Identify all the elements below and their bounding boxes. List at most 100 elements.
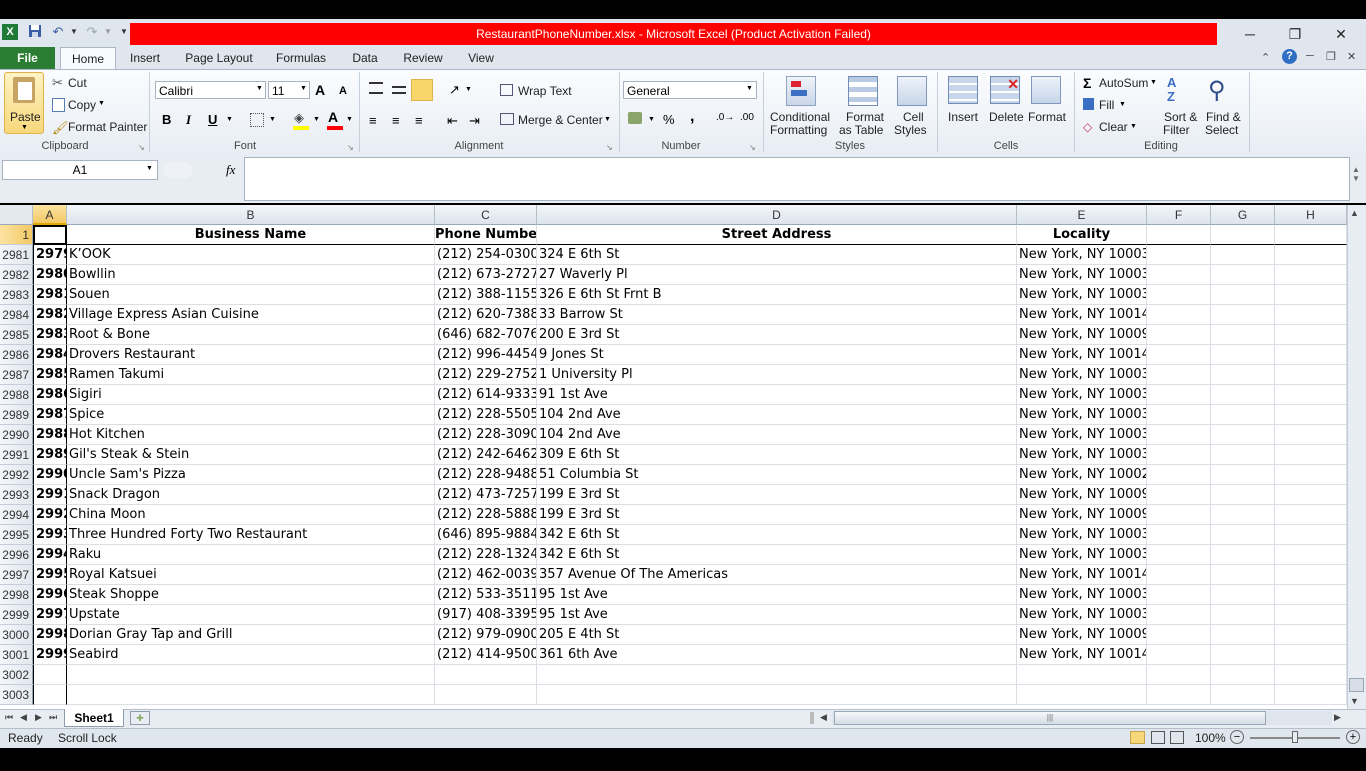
row-header[interactable]: 2982 <box>0 265 33 285</box>
cell-a[interactable]: 2993 <box>33 525 67 545</box>
decrease-indent-icon[interactable]: ⇤ <box>447 113 458 129</box>
row-header[interactable]: 2998 <box>0 585 33 605</box>
cell-d[interactable]: 51 Columbia St <box>537 465 1017 485</box>
cell-f[interactable] <box>1147 665 1211 685</box>
scroll-down-icon[interactable]: ▼ <box>1350 696 1359 706</box>
cell-a[interactable]: 2998 <box>33 625 67 645</box>
cell-c[interactable] <box>435 665 537 685</box>
shrink-font-button[interactable]: A <box>339 85 347 97</box>
conditional-formatting-icon[interactable] <box>786 76 816 106</box>
cell-h[interactable] <box>1275 685 1347 705</box>
help-icon[interactable]: ? <box>1282 49 1297 64</box>
cell-d[interactable]: 9 Jones St <box>537 345 1017 365</box>
undo-dropdown-icon[interactable]: ▼ <box>66 24 82 40</box>
format-as-table-button[interactable]: Format <box>846 110 884 124</box>
row-header[interactable]: 2992 <box>0 465 33 485</box>
accounting-dropdown-icon[interactable]: ▼ <box>648 116 655 123</box>
sort-filter-button[interactable]: Sort & <box>1164 110 1197 124</box>
column-header-b[interactable]: B <box>67 205 435 225</box>
underline-dropdown-icon[interactable]: ▼ <box>226 116 233 123</box>
cell-d[interactable]: 205 E 4th St <box>537 625 1017 645</box>
cell-b[interactable] <box>67 685 435 705</box>
cell-g[interactable] <box>1211 645 1275 665</box>
cell-h[interactable] <box>1275 285 1347 305</box>
cell-f[interactable] <box>1147 685 1211 705</box>
cell-f[interactable] <box>1147 405 1211 425</box>
row-header[interactable]: 2984 <box>0 305 33 325</box>
cell-b[interactable]: Uncle Sam's Pizza <box>67 465 435 485</box>
cell-e[interactable]: New York, NY 10014 <box>1017 345 1147 365</box>
cell-b[interactable]: Souen <box>67 285 435 305</box>
cell-g[interactable] <box>1211 265 1275 285</box>
tab-page-layout[interactable]: Page Layout <box>180 47 258 69</box>
clear-button[interactable]: Clear <box>1099 120 1128 134</box>
cell-e[interactable]: New York, NY 10014 <box>1017 565 1147 585</box>
row-header[interactable]: 2991 <box>0 445 33 465</box>
fill-dropdown-icon[interactable]: ▼ <box>1119 101 1126 108</box>
tab-insert[interactable]: Insert <box>122 47 168 69</box>
cell-e[interactable]: New York, NY 10009 <box>1017 325 1147 345</box>
format-as-table-icon[interactable] <box>848 76 878 106</box>
cell-h[interactable] <box>1275 605 1347 625</box>
percent-button[interactable]: % <box>663 112 675 127</box>
cell-h[interactable] <box>1275 645 1347 665</box>
cell-g[interactable] <box>1211 345 1275 365</box>
decrease-decimal-icon[interactable]: .00 <box>740 112 754 123</box>
cell-f[interactable] <box>1147 265 1211 285</box>
row-header[interactable]: 2995 <box>0 525 33 545</box>
column-header-d[interactable]: D <box>537 205 1017 225</box>
minimize-ribbon-icon[interactable]: ⌃ <box>1261 51 1270 64</box>
cell-d[interactable]: 326 E 6th St Frnt B <box>537 285 1017 305</box>
page-layout-view-icon[interactable] <box>1151 731 1165 744</box>
cell-g[interactable] <box>1211 545 1275 565</box>
cell-b[interactable]: Ramen Takumi <box>67 365 435 385</box>
fill-button[interactable]: Fill <box>1099 98 1114 112</box>
cell-b[interactable]: Hot Kitchen <box>67 425 435 445</box>
cell-e1[interactable]: Locality <box>1017 225 1147 245</box>
cell-a[interactable]: 2994 <box>33 545 67 565</box>
alignment-launcher-icon[interactable]: ↘ <box>606 143 613 152</box>
tab-view[interactable]: View <box>460 47 502 69</box>
cell-g[interactable] <box>1211 525 1275 545</box>
cell-h[interactable] <box>1275 385 1347 405</box>
cell-g[interactable] <box>1211 585 1275 605</box>
cell-a[interactable]: 2986 <box>33 385 67 405</box>
insert-sheet-icon[interactable]: ✚ <box>130 711 150 725</box>
font-size-dropdown-icon[interactable]: ▼ <box>300 85 307 92</box>
row-header[interactable]: 2993 <box>0 485 33 505</box>
borders-dropdown-icon[interactable]: ▼ <box>269 116 276 123</box>
excel-app-icon[interactable]: X <box>2 24 18 40</box>
cell-b[interactable]: Village Express Asian Cuisine <box>67 305 435 325</box>
find-select-button[interactable]: Find & <box>1206 110 1241 124</box>
cell-h[interactable] <box>1275 405 1347 425</box>
cell-f[interactable] <box>1147 365 1211 385</box>
cell-a[interactable]: 2983 <box>33 325 67 345</box>
row-header[interactable]: 3000 <box>0 625 33 645</box>
underline-button[interactable]: U <box>208 112 217 127</box>
align-top-icon[interactable] <box>369 82 383 94</box>
cell-d[interactable]: 199 E 3rd St <box>537 505 1017 525</box>
column-header-a[interactable]: A <box>33 205 67 225</box>
cell-d[interactable]: 342 E 6th St <box>537 525 1017 545</box>
cell-g[interactable] <box>1211 305 1275 325</box>
save-icon[interactable] <box>27 24 43 40</box>
cell-f[interactable] <box>1147 345 1211 365</box>
column-header-e[interactable]: E <box>1017 205 1147 225</box>
prev-sheet-icon[interactable]: ◀ <box>20 712 27 723</box>
cell-e[interactable]: New York, NY 10003 <box>1017 425 1147 445</box>
cell-b[interactable]: Royal Katsuei <box>67 565 435 585</box>
format-cells-icon[interactable] <box>1031 76 1061 104</box>
number-launcher-icon[interactable]: ↘ <box>749 143 756 152</box>
tab-formulas[interactable]: Formulas <box>270 47 332 69</box>
cell-a[interactable]: 2987 <box>33 405 67 425</box>
binoculars-icon[interactable]: ⚲ <box>1208 76 1226 105</box>
cell-b[interactable]: Spice <box>67 405 435 425</box>
cell-e[interactable]: New York, NY 10003 <box>1017 605 1147 625</box>
cell-h[interactable] <box>1275 305 1347 325</box>
cell-f[interactable] <box>1147 465 1211 485</box>
cell-d[interactable]: 357 Avenue Of The Americas <box>537 565 1017 585</box>
format-cells-button[interactable]: Format <box>1028 110 1066 124</box>
cell-g[interactable] <box>1211 365 1275 385</box>
number-format-combo[interactable]: General <box>623 81 757 99</box>
cell-a[interactable]: 2996 <box>33 585 67 605</box>
